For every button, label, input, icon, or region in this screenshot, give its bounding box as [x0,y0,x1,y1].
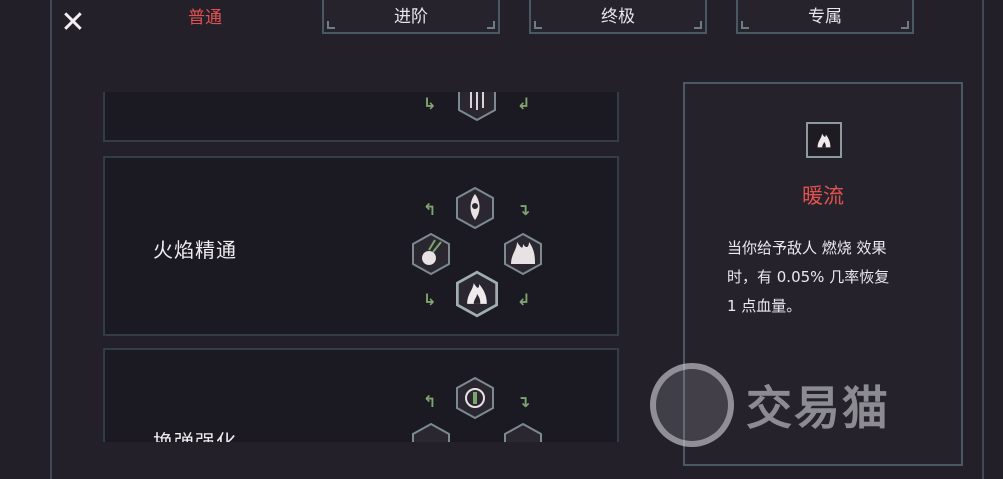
fire-icon [806,122,842,158]
arrow-icon: ↴ [517,392,531,411]
arrow-icon: ↰ [423,392,437,411]
arrow-icon: ↳ [423,94,437,113]
tab-advanced[interactable]: 进阶 [322,0,500,34]
skill-title: 换弹强化 [153,430,237,442]
tab-exclusive[interactable]: 专属 [736,0,914,34]
tab-label: 进阶 [394,6,428,27]
fire-ball-icon[interactable] [411,232,451,276]
skill-description: 当你给予敌人 燃烧 效果 时，有 0.05% 几率恢复 1 点血量。 [727,234,932,321]
tab-normal[interactable]: 普通 [130,0,280,34]
watermark-text: 交易猫 [746,381,890,435]
description-line: 1 点血量。 [727,297,802,315]
tab-label: 终极 [601,6,635,27]
arrow-icon: ↳ [423,290,437,309]
tab-label: 普通 [188,7,222,28]
description-line: 时，有 0.05% 几率恢复 [727,268,890,286]
fire-flame-icon[interactable] [455,270,499,318]
arrow-icon: ↰ [423,200,437,219]
close-icon[interactable]: ✕ [58,8,88,38]
arrow-icon: ↲ [517,290,531,309]
arrow-icon: ↲ [517,94,531,113]
skill-card[interactable]: 换弹强化 ↰ ↴ [103,348,619,442]
tab-label: 专属 [808,6,842,27]
skill-card[interactable]: 火焰精通 ↰ ↴ ↳ ↲ [103,156,619,336]
tab-ultimate[interactable]: 终极 [529,0,707,34]
skill-list[interactable]: ↳ ↲ 火焰精通 ↰ ↴ ↳ ↲ 换弹强化 ↰ ↴ [100,92,625,442]
ammo-icon[interactable] [411,422,451,442]
skill-card[interactable]: ↳ ↲ [103,92,619,142]
skill-title: 火焰精通 [153,238,237,262]
description-line: 当你给予敌人 燃烧 效果 [727,239,887,257]
reload-cycle-icon[interactable] [455,376,495,420]
arrow-icon: ↴ [517,200,531,219]
fire-burst-icon[interactable] [503,232,543,276]
cat-logo-icon [650,363,734,447]
ammo-icon[interactable] [503,422,543,442]
flame-rocket-icon[interactable] [455,186,495,230]
arrows-bundle-icon[interactable] [457,92,497,122]
watermark: 交易猫 [650,360,980,450]
skill-name: 暖流 [802,184,844,208]
